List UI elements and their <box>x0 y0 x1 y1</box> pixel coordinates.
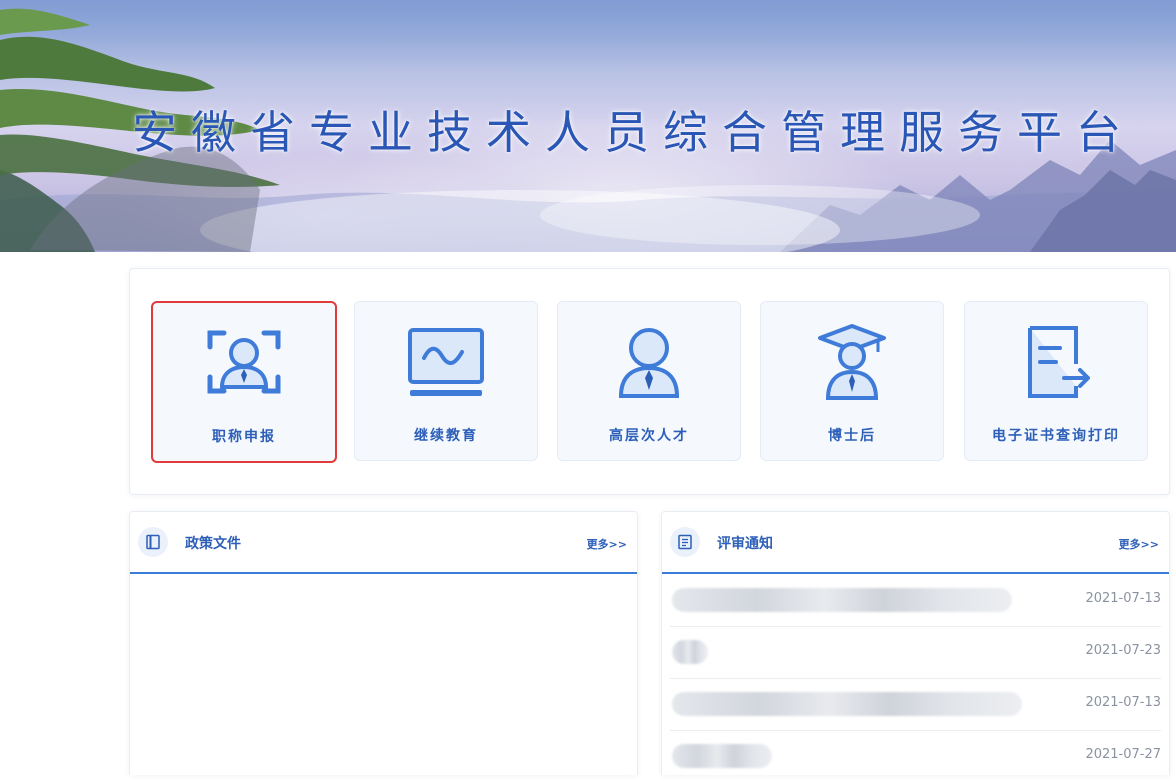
list-doc-icon <box>670 527 700 557</box>
notice-row[interactable]: 2021-07-13 <box>670 678 1161 731</box>
notice-date: 2021-07-13 <box>1085 695 1161 710</box>
service-panel: 职称申报 继续教育 高层次人才 博士后 电子证书查询打印 <box>129 268 1170 495</box>
monitor-icon <box>408 328 484 396</box>
notices-header: 评审通知 更多>> <box>662 512 1169 574</box>
notice-date: 2021-07-27 <box>1085 747 1161 762</box>
notices-more-link[interactable]: 更多>> <box>1119 536 1159 552</box>
service-tile-continuing-education[interactable]: 继续教育 <box>354 301 538 461</box>
document-export-icon <box>1028 326 1090 398</box>
service-label: 电子证书查询打印 <box>992 428 1120 444</box>
notices-panel: 评审通知 更多>> 2021-07-13 2021-07-23 2021-07-… <box>661 511 1170 775</box>
book-icon <box>138 527 168 557</box>
person-scan-icon <box>207 330 281 394</box>
service-label: 博士后 <box>828 428 876 444</box>
service-tile-certificate-query[interactable]: 电子证书查询打印 <box>964 301 1148 461</box>
notice-row[interactable]: 2021-07-27 <box>670 730 1161 782</box>
service-tile-title-declaration[interactable]: 职称申报 <box>151 301 337 463</box>
notice-row[interactable]: 2021-07-23 <box>670 626 1161 679</box>
service-label: 继续教育 <box>414 428 478 444</box>
service-label: 职称申报 <box>212 429 276 445</box>
service-tile-high-level-talent[interactable]: 高层次人才 <box>557 301 741 461</box>
redacted-title <box>672 640 708 664</box>
redacted-title <box>672 692 1022 716</box>
redacted-title <box>672 588 1012 612</box>
graduate-icon <box>818 324 886 400</box>
notices-title: 评审通知 <box>717 536 773 552</box>
service-tile-postdoctoral[interactable]: 博士后 <box>760 301 944 461</box>
policy-panel: 政策文件 更多>> <box>129 511 638 775</box>
policy-title: 政策文件 <box>185 536 241 552</box>
notice-row[interactable]: 2021-07-13 <box>670 574 1161 627</box>
header-banner: 安徽省专业技术人员综合管理服务平台 <box>0 0 1176 252</box>
policy-header: 政策文件 更多>> <box>130 512 637 574</box>
service-label: 高层次人才 <box>609 428 689 444</box>
notice-date: 2021-07-13 <box>1085 591 1161 606</box>
redacted-title <box>672 744 772 768</box>
policy-more-link[interactable]: 更多>> <box>587 536 627 552</box>
notice-date: 2021-07-23 <box>1085 643 1161 658</box>
person-icon <box>618 328 680 398</box>
site-title: 安徽省专业技术人员综合管理服务平台 <box>132 106 1136 159</box>
